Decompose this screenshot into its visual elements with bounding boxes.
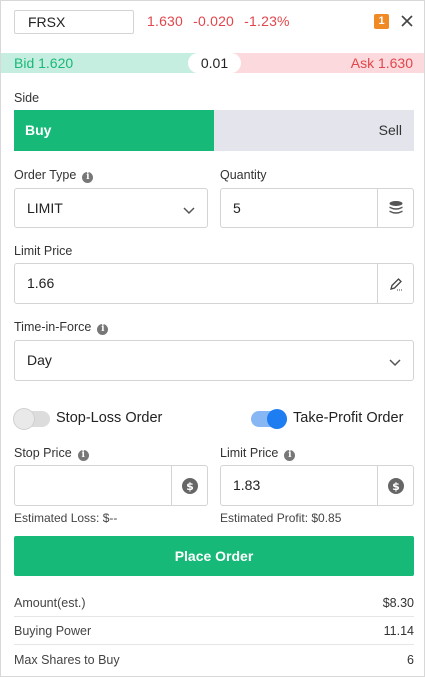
summary-label: Amount(est.) (14, 596, 86, 610)
ask-price[interactable]: Ask 1.630 (213, 53, 424, 73)
stop-loss-toggle[interactable] (14, 409, 50, 429)
bid-ask-bar: Bid 1.620 Ask 1.630 0.01 (1, 53, 424, 73)
info-icon[interactable]: i (97, 324, 109, 335)
bid-price[interactable]: Bid 1.620 (1, 53, 213, 73)
ticket-header: FRSX 1.630 -0.020 -1.23% 1 (1, 1, 424, 43)
toggle-knob (14, 409, 34, 429)
price-change-percent: -1.23% (244, 13, 290, 29)
quantity-label: Quantity (220, 168, 267, 182)
quantity-value: 5 (233, 200, 241, 216)
estimated-loss: Estimated Loss: $-- (14, 511, 118, 525)
order-type-value: LIMIT (27, 200, 63, 216)
place-order-button[interactable]: Place Order (14, 536, 414, 576)
summary-value: 11.14 (383, 624, 414, 638)
time-in-force-label: Time-in-Force i (14, 320, 109, 335)
limit-price-value: 1.66 (27, 275, 55, 291)
chevron-down-icon (389, 355, 401, 370)
buy-button[interactable]: Buy (14, 110, 214, 151)
price-change: -0.020 (193, 13, 235, 29)
summary-label: Max Shares to Buy (14, 653, 120, 667)
time-in-force-label-text: Time-in-Force (14, 320, 92, 334)
info-icon[interactable]: i (82, 172, 94, 183)
quote-summary: 1.630 -0.020 -1.23% (147, 13, 296, 29)
take-profit-price-input[interactable]: 1.83 $ (220, 465, 414, 506)
stop-price-label-text: Stop Price (14, 446, 72, 460)
time-in-force-value: Day (27, 352, 52, 368)
spread-value: 0.01 (188, 53, 241, 73)
summary-label: Buying Power (14, 624, 92, 638)
take-profit-toggle[interactable] (251, 409, 287, 429)
stop-price-input[interactable]: $ (14, 465, 208, 506)
summary-value: $8.30 (382, 596, 414, 610)
stop-loss-label: Stop-Loss Order (56, 410, 163, 426)
coin-stack-icon[interactable] (377, 189, 413, 227)
toggle-knob (267, 409, 287, 429)
side-label: Side (14, 91, 40, 105)
notification-badge[interactable]: 1 (374, 14, 389, 29)
stop-price-label: Stop Price i (14, 446, 89, 461)
info-icon[interactable]: i (77, 450, 89, 461)
limit-price-input[interactable]: 1.66 (14, 263, 414, 304)
last-price: 1.630 (147, 13, 184, 29)
svg-text:$: $ (186, 480, 194, 493)
dollar-icon[interactable]: $ (377, 466, 413, 505)
order-type-label: Order Type i (14, 168, 94, 183)
time-in-force-select[interactable]: Day (14, 340, 414, 381)
summary-row-amount: Amount(est.) $8.30 (14, 589, 414, 617)
quantity-input[interactable]: 5 (220, 188, 414, 228)
order-type-select[interactable]: LIMIT (14, 188, 208, 228)
summary-row-buying-power: Buying Power 11.14 (14, 617, 414, 645)
symbol-input[interactable]: FRSX (14, 10, 134, 34)
take-profit-price-label: Limit Price i (220, 446, 296, 461)
limit-price-label: Limit Price (14, 244, 73, 258)
chevron-down-icon (183, 203, 195, 218)
info-icon[interactable]: i (284, 450, 296, 461)
sell-button[interactable]: Sell (214, 110, 414, 151)
svg-text:$: $ (392, 480, 400, 493)
summary-value: 6 (407, 653, 414, 667)
side-toggle: Buy Sell (14, 110, 414, 151)
summary-row-max-shares: Max Shares to Buy 6 (14, 646, 414, 674)
order-ticket-panel: FRSX 1.630 -0.020 -1.23% 1 Bid 1.620 Ask… (0, 0, 425, 677)
order-type-label-text: Order Type (14, 168, 77, 182)
take-profit-price-value: 1.83 (233, 477, 261, 493)
close-icon[interactable] (399, 12, 415, 30)
pencil-icon[interactable] (377, 264, 413, 303)
take-profit-label: Take-Profit Order (293, 410, 404, 426)
take-profit-price-label-text: Limit Price (220, 446, 279, 460)
dollar-icon[interactable]: $ (171, 466, 207, 505)
estimated-profit: Estimated Profit: $0.85 (220, 511, 342, 525)
